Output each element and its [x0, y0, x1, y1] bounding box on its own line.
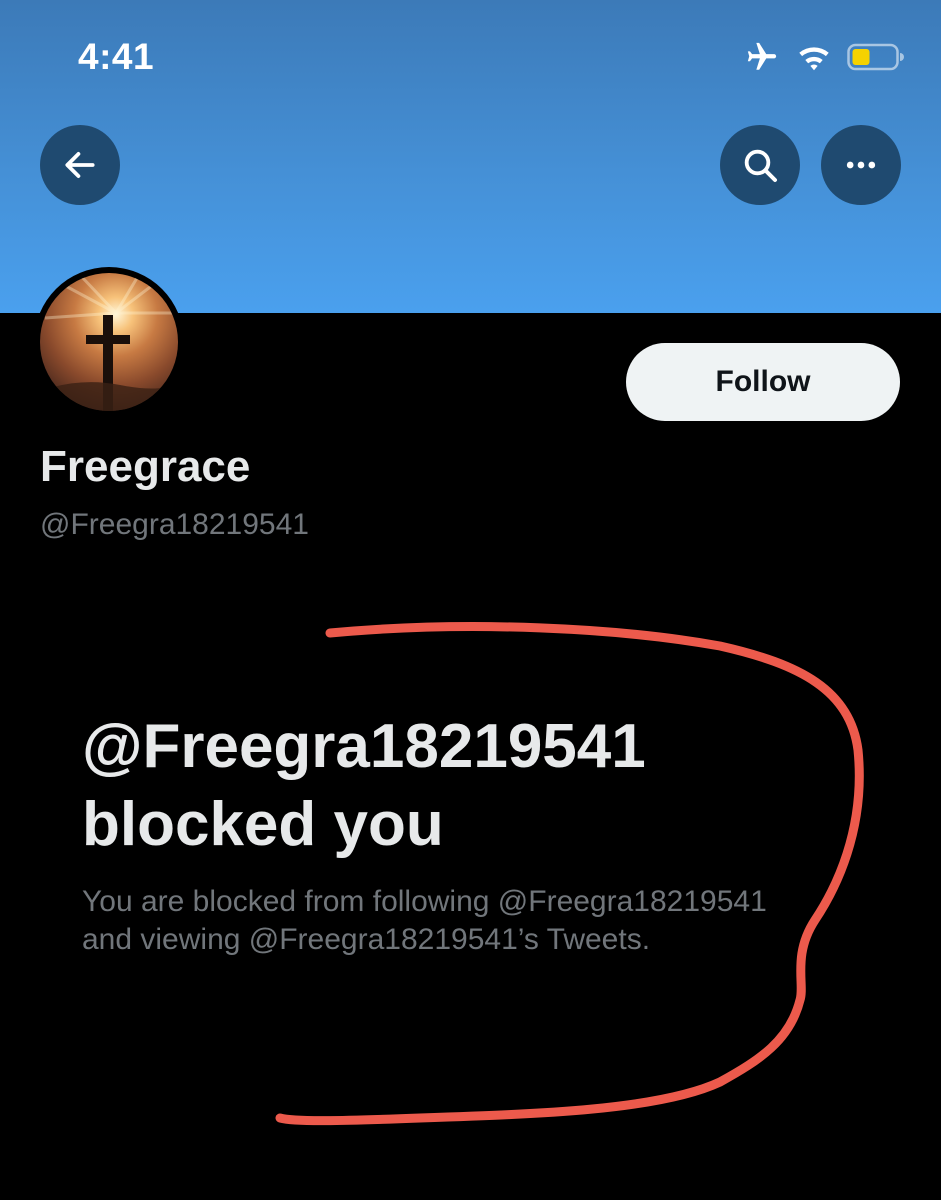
battery-icon [847, 43, 904, 71]
status-icons [743, 40, 905, 74]
blocked-description: You are blocked from following @Freegra1… [82, 883, 842, 959]
display-name: Freegrace [40, 442, 251, 491]
blocked-title: @Freegra18219541 blocked you [82, 708, 782, 864]
wifi-icon [799, 47, 829, 71]
arrow-left-icon [65, 152, 95, 178]
status-bar: 4:41 [0, 0, 941, 110]
search-icon [744, 149, 777, 182]
more-button[interactable] [821, 125, 901, 205]
blocked-title-text: blocked you [82, 790, 444, 859]
back-button[interactable] [40, 125, 120, 205]
cross-icon [40, 273, 178, 411]
profile-handle: @Freegra18219541 [40, 508, 309, 541]
more-horizontal-icon [846, 161, 876, 169]
airplane-icon [747, 42, 777, 70]
blocked-description-line1: You are blocked from following @Freegra1… [82, 885, 767, 918]
follow-button[interactable]: Follow [626, 343, 900, 421]
status-time: 4:41 [78, 36, 155, 77]
blocked-title-handle: @Freegra18219541 [82, 712, 646, 781]
search-button[interactable] [720, 125, 800, 205]
profile-avatar[interactable] [34, 267, 184, 417]
blocked-description-line2: and viewing @Freegra18219541’s Tweets. [82, 923, 651, 956]
cross-sunset-avatar [40, 273, 178, 411]
